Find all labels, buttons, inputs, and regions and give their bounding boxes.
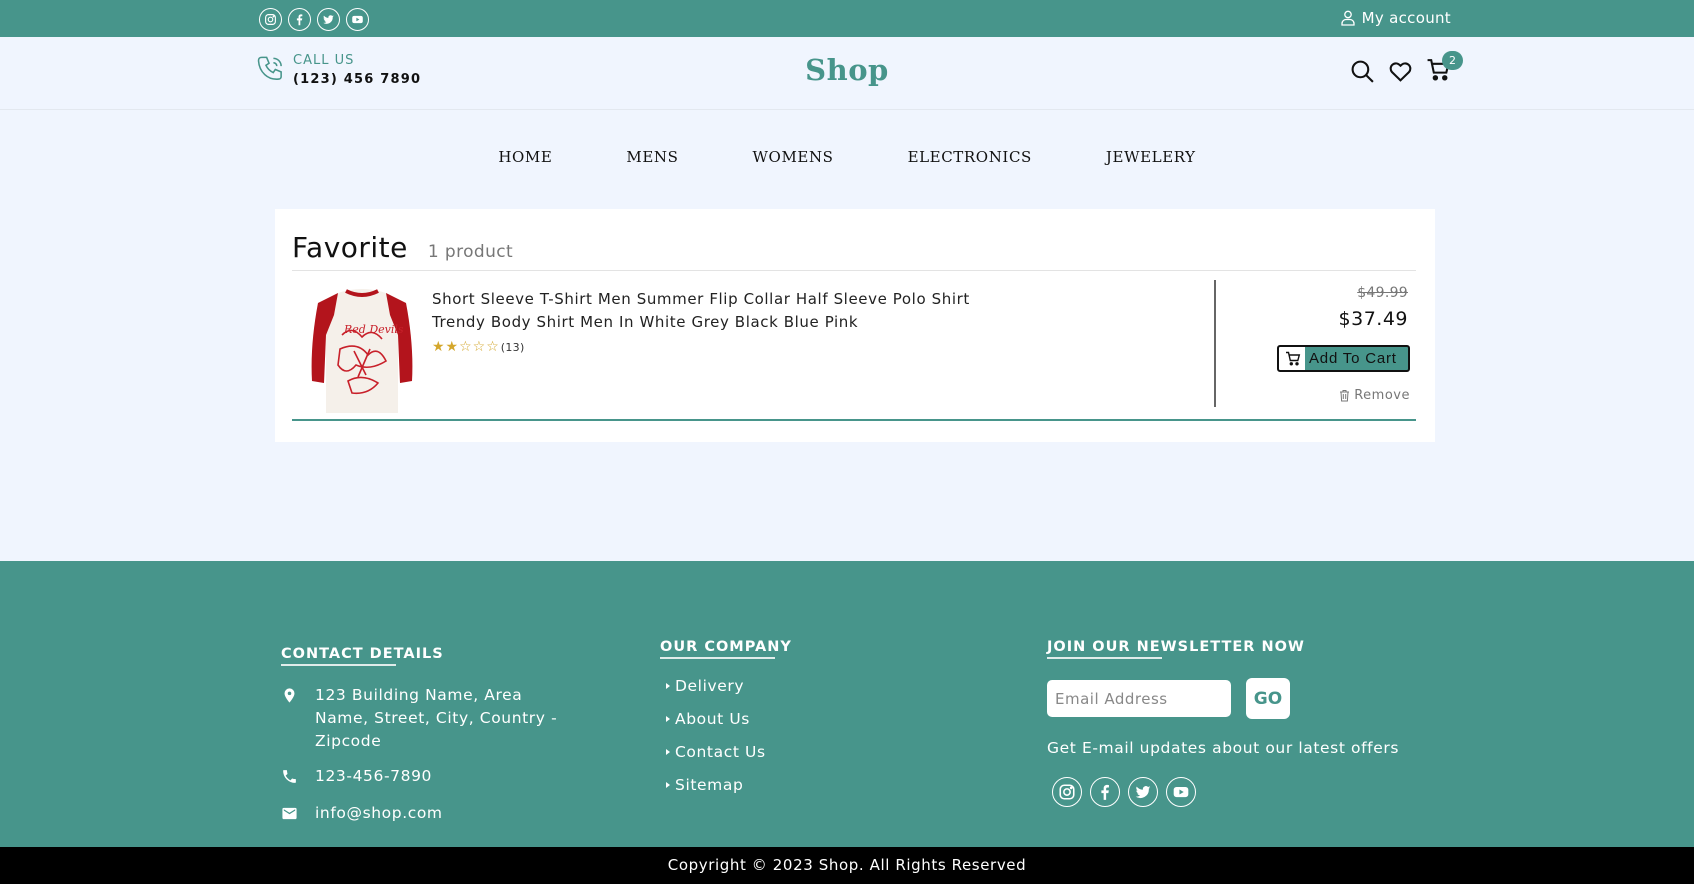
youtube-icon[interactable] [346,8,369,31]
facebook-icon[interactable] [1090,777,1120,807]
facebook-icon[interactable] [288,8,311,31]
product-image[interactable]: Red Devils [308,285,416,415]
footer-link-contact-us[interactable]: Contact Us [660,743,792,761]
instagram-icon[interactable] [1052,777,1082,807]
newsletter-text: Get E-mail updates about our latest offe… [1047,739,1400,757]
product-name[interactable]: Short Sleeve T-Shirt Men Summer Flip Col… [432,288,992,334]
cart-icon [1286,351,1301,366]
nav-item-womens[interactable]: WOMENS [753,148,834,166]
rating-count: (13) [500,340,525,354]
contact-email-row: info@shop.com [281,802,581,825]
newsletter-email-input[interactable] [1047,680,1231,717]
brand-logo[interactable]: Shop [805,53,889,87]
footer-company: OUR COMPANY Delivery About Us Contact Us… [660,639,792,809]
call-us-label: CALL US [293,53,355,68]
phone-icon [283,770,296,783]
footer-contact: CONTACT DETAILS 123 Building Name, Area … [281,646,581,825]
my-account-link[interactable]: My account [1340,9,1451,27]
site-footer: CONTACT DETAILS 123 Building Name, Area … [0,561,1694,847]
newsletter-heading: JOIN OUR NEWSLETTER NOW [1047,639,1399,659]
add-to-cart-label: Add To Cart [1309,350,1397,367]
contact-email[interactable]: info@shop.com [315,802,443,825]
contact-phone-row: 123-456-7890 [281,765,581,788]
remove-button[interactable]: Remove [1339,388,1410,403]
trash-icon [1340,390,1350,402]
favorite-item: Red Devils Short Sleeve T-Shirt Men Summ… [292,280,1416,421]
cart-count-badge: 2 [1442,51,1463,70]
favorites-title: Favorite [292,231,408,264]
nav-item-mens[interactable]: MENS [626,148,678,166]
newsletter-form: GO [1047,678,1399,719]
product-rating: ★★☆☆☆ (13) [432,339,525,355]
header-icons: 2 [1350,51,1463,86]
my-account-label: My account [1361,9,1451,27]
copyright-text: Copyright © 2023 Shop. All Rights Reserv… [667,856,1027,874]
footer-link-sitemap[interactable]: Sitemap [660,776,792,794]
nav-item-home[interactable]: HOME [498,148,552,166]
add-to-cart-button[interactable]: Add To Cart [1277,345,1410,372]
top-bar: My account [0,0,1694,37]
youtube-icon[interactable] [1166,777,1196,807]
nav-item-electronics[interactable]: ELECTRONICS [908,148,1032,166]
top-social-links [259,8,369,31]
remove-label: Remove [1354,388,1410,403]
old-price: $49.99 [1357,285,1408,301]
current-price: $37.49 [1338,308,1408,330]
contact-address: 123 Building Name, Area Name, Street, Ci… [315,686,558,750]
company-heading: OUR COMPANY [660,639,792,659]
call-us: CALL US (123) 456 7890 [256,53,421,87]
site-header: CALL US (123) 456 7890 Shop 2 [0,37,1694,110]
instagram-icon[interactable] [259,8,282,31]
location-pin-icon [284,688,295,703]
phone-icon [257,56,282,80]
footer-newsletter: JOIN OUR NEWSLETTER NOW GO Get E-mail up… [1047,639,1399,807]
call-us-number: (123) 456 7890 [293,72,422,87]
contact-phone[interactable]: 123-456-7890 [315,765,432,788]
user-icon [1340,10,1355,26]
company-links: Delivery About Us Contact Us Sitemap [660,677,792,794]
copyright-bar: Copyright © 2023 Shop. All Rights Reserv… [0,847,1694,884]
newsletter-go-button[interactable]: GO [1246,678,1290,719]
contact-heading: CONTACT DETAILS [281,646,581,666]
favorites-header: Favorite 1 product [292,231,1416,271]
nav-item-jewelery[interactable]: JEWELERY [1106,148,1196,166]
favorites-count: 1 product [427,242,514,262]
twitter-icon[interactable] [1128,777,1158,807]
main-nav: HOME MENS WOMENS ELECTRONICS JEWELERY [0,148,1694,166]
rating-stars: ★★☆☆☆ [432,339,500,355]
mail-icon [282,807,297,820]
contact-address-row: 123 Building Name, Area Name, Street, Ci… [281,684,581,753]
cart-button[interactable]: 2 [1426,51,1463,86]
footer-social-links [1052,777,1399,807]
favorites-panel: Favorite 1 product Red Devils Short Slee… [275,209,1435,442]
footer-link-about-us[interactable]: About Us [660,710,792,728]
item-divider [1214,280,1216,407]
footer-link-delivery[interactable]: Delivery [660,677,792,695]
heart-icon[interactable] [1388,59,1413,84]
twitter-icon[interactable] [317,8,340,31]
svg-text:Red Devils: Red Devils [343,323,404,336]
search-icon[interactable] [1350,59,1375,84]
